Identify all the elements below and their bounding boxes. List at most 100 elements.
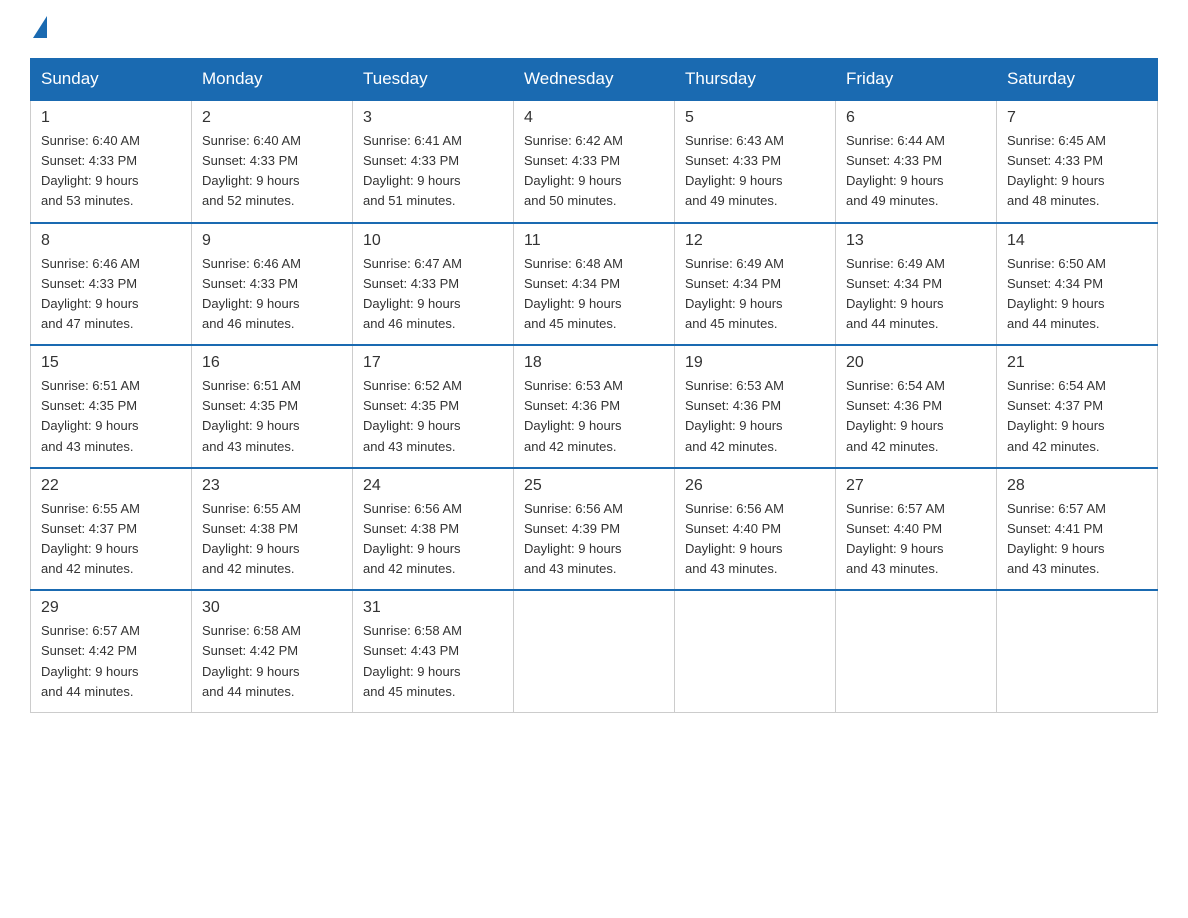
day-info: Sunrise: 6:57 AMSunset: 4:41 PMDaylight:… (1007, 499, 1147, 580)
calendar-header: SundayMondayTuesdayWednesdayThursdayFrid… (31, 59, 1158, 101)
day-number: 5 (685, 109, 825, 127)
day-number: 7 (1007, 109, 1147, 127)
day-info: Sunrise: 6:55 AMSunset: 4:37 PMDaylight:… (41, 499, 181, 580)
day-info: Sunrise: 6:40 AMSunset: 4:33 PMDaylight:… (41, 131, 181, 212)
calendar-week-row: 29 Sunrise: 6:57 AMSunset: 4:42 PMDayligh… (31, 590, 1158, 712)
calendar-cell: 9 Sunrise: 6:46 AMSunset: 4:33 PMDaylight… (192, 223, 353, 346)
calendar-cell: 27Sunrise: 6:57 AMSunset: 4:40 PMDayligh… (836, 468, 997, 591)
day-number: 17 (363, 354, 503, 372)
day-number: 18 (524, 354, 664, 372)
logo-triangle-icon (33, 16, 47, 38)
day-number: 28 (1007, 477, 1147, 495)
day-info: Sunrise: 6:58 AMSunset: 4:43 PMDaylight:… (363, 621, 503, 702)
calendar-cell: 7 Sunrise: 6:45 AMSunset: 4:33 PMDaylight… (997, 100, 1158, 223)
day-number: 3 (363, 109, 503, 127)
calendar-cell: 4 Sunrise: 6:42 AMSunset: 4:33 PMDaylight… (514, 100, 675, 223)
calendar-cell: 29 Sunrise: 6:57 AMSunset: 4:42 PMDayligh… (31, 590, 192, 712)
day-number: 8 (41, 232, 181, 250)
calendar-cell: 3 Sunrise: 6:41 AMSunset: 4:33 PMDaylight… (353, 100, 514, 223)
day-number: 6 (846, 109, 986, 127)
calendar-week-row: 1 Sunrise: 6:40 AMSunset: 4:33 PMDaylight… (31, 100, 1158, 223)
calendar-cell: 10 Sunrise: 6:47 AMSunset: 4:33 PMDayligh… (353, 223, 514, 346)
calendar-cell: 6Sunrise: 6:44 AMSunset: 4:33 PMDaylight… (836, 100, 997, 223)
day-number: 26 (685, 477, 825, 495)
calendar-cell: 23 Sunrise: 6:55 AMSunset: 4:38 PMDayligh… (192, 468, 353, 591)
day-info: Sunrise: 6:49 AMSunset: 4:34 PMDaylight:… (685, 254, 825, 335)
day-number: 15 (41, 354, 181, 372)
day-number: 13 (846, 232, 986, 250)
day-info: Sunrise: 6:57 AMSunset: 4:42 PMDaylight:… (41, 621, 181, 702)
day-info: Sunrise: 6:55 AMSunset: 4:38 PMDaylight:… (202, 499, 342, 580)
day-number: 23 (202, 477, 342, 495)
day-info: Sunrise: 6:54 AMSunset: 4:37 PMDaylight:… (1007, 376, 1147, 457)
weekday-header-wednesday: Wednesday (514, 59, 675, 101)
day-number: 29 (41, 599, 181, 617)
day-info: Sunrise: 6:45 AMSunset: 4:33 PMDaylight:… (1007, 131, 1147, 212)
weekday-header-thursday: Thursday (675, 59, 836, 101)
day-info: Sunrise: 6:56 AMSunset: 4:39 PMDaylight:… (524, 499, 664, 580)
day-info: Sunrise: 6:53 AMSunset: 4:36 PMDaylight:… (524, 376, 664, 457)
calendar-week-row: 8 Sunrise: 6:46 AMSunset: 4:33 PMDaylight… (31, 223, 1158, 346)
weekday-header-row: SundayMondayTuesdayWednesdayThursdayFrid… (31, 59, 1158, 101)
day-number: 9 (202, 232, 342, 250)
day-number: 10 (363, 232, 503, 250)
calendar-cell: 1 Sunrise: 6:40 AMSunset: 4:33 PMDaylight… (31, 100, 192, 223)
day-info: Sunrise: 6:50 AMSunset: 4:34 PMDaylight:… (1007, 254, 1147, 335)
weekday-header-friday: Friday (836, 59, 997, 101)
calendar-cell: 24Sunrise: 6:56 AMSunset: 4:38 PMDayligh… (353, 468, 514, 591)
day-info: Sunrise: 6:42 AMSunset: 4:33 PMDaylight:… (524, 131, 664, 212)
day-number: 24 (363, 477, 503, 495)
logo (30, 20, 47, 38)
calendar-cell: 5 Sunrise: 6:43 AMSunset: 4:33 PMDaylight… (675, 100, 836, 223)
calendar-cell: 16 Sunrise: 6:51 AMSunset: 4:35 PMDayligh… (192, 345, 353, 468)
day-info: Sunrise: 6:58 AMSunset: 4:42 PMDaylight:… (202, 621, 342, 702)
calendar-cell: 21Sunrise: 6:54 AMSunset: 4:37 PMDayligh… (997, 345, 1158, 468)
calendar-cell: 17 Sunrise: 6:52 AMSunset: 4:35 PMDayligh… (353, 345, 514, 468)
calendar-cell (836, 590, 997, 712)
day-info: Sunrise: 6:52 AMSunset: 4:35 PMDaylight:… (363, 376, 503, 457)
calendar-cell: 11Sunrise: 6:48 AMSunset: 4:34 PMDayligh… (514, 223, 675, 346)
day-number: 2 (202, 109, 342, 127)
calendar-cell: 15Sunrise: 6:51 AMSunset: 4:35 PMDayligh… (31, 345, 192, 468)
calendar-cell: 19 Sunrise: 6:53 AMSunset: 4:36 PMDayligh… (675, 345, 836, 468)
day-info: Sunrise: 6:54 AMSunset: 4:36 PMDaylight:… (846, 376, 986, 457)
weekday-header-monday: Monday (192, 59, 353, 101)
day-number: 25 (524, 477, 664, 495)
day-info: Sunrise: 6:46 AMSunset: 4:33 PMDaylight:… (41, 254, 181, 335)
day-info: Sunrise: 6:57 AMSunset: 4:40 PMDaylight:… (846, 499, 986, 580)
calendar-cell (514, 590, 675, 712)
calendar-body: 1 Sunrise: 6:40 AMSunset: 4:33 PMDaylight… (31, 100, 1158, 712)
calendar-cell: 8 Sunrise: 6:46 AMSunset: 4:33 PMDaylight… (31, 223, 192, 346)
weekday-header-tuesday: Tuesday (353, 59, 514, 101)
day-info: Sunrise: 6:49 AMSunset: 4:34 PMDaylight:… (846, 254, 986, 335)
day-number: 30 (202, 599, 342, 617)
calendar-cell: 13 Sunrise: 6:49 AMSunset: 4:34 PMDayligh… (836, 223, 997, 346)
day-number: 4 (524, 109, 664, 127)
day-info: Sunrise: 6:48 AMSunset: 4:34 PMDaylight:… (524, 254, 664, 335)
day-info: Sunrise: 6:47 AMSunset: 4:33 PMDaylight:… (363, 254, 503, 335)
day-number: 1 (41, 109, 181, 127)
calendar-cell: 30 Sunrise: 6:58 AMSunset: 4:42 PMDayligh… (192, 590, 353, 712)
day-info: Sunrise: 6:41 AMSunset: 4:33 PMDaylight:… (363, 131, 503, 212)
day-info: Sunrise: 6:40 AMSunset: 4:33 PMDaylight:… (202, 131, 342, 212)
calendar-cell: 28 Sunrise: 6:57 AMSunset: 4:41 PMDayligh… (997, 468, 1158, 591)
day-info: Sunrise: 6:46 AMSunset: 4:33 PMDaylight:… (202, 254, 342, 335)
page-header (30, 20, 1158, 38)
day-info: Sunrise: 6:56 AMSunset: 4:40 PMDaylight:… (685, 499, 825, 580)
day-number: 16 (202, 354, 342, 372)
calendar-cell (997, 590, 1158, 712)
weekday-header-sunday: Sunday (31, 59, 192, 101)
weekday-header-saturday: Saturday (997, 59, 1158, 101)
calendar-cell: 12Sunrise: 6:49 AMSunset: 4:34 PMDayligh… (675, 223, 836, 346)
day-number: 20 (846, 354, 986, 372)
day-info: Sunrise: 6:53 AMSunset: 4:36 PMDaylight:… (685, 376, 825, 457)
calendar-table: SundayMondayTuesdayWednesdayThursdayFrid… (30, 58, 1158, 713)
calendar-cell (675, 590, 836, 712)
calendar-cell: 26 Sunrise: 6:56 AMSunset: 4:40 PMDayligh… (675, 468, 836, 591)
calendar-cell: 31Sunrise: 6:58 AMSunset: 4:43 PMDayligh… (353, 590, 514, 712)
day-number: 19 (685, 354, 825, 372)
day-info: Sunrise: 6:43 AMSunset: 4:33 PMDaylight:… (685, 131, 825, 212)
calendar-cell: 22Sunrise: 6:55 AMSunset: 4:37 PMDayligh… (31, 468, 192, 591)
calendar-week-row: 22Sunrise: 6:55 AMSunset: 4:37 PMDayligh… (31, 468, 1158, 591)
day-info: Sunrise: 6:51 AMSunset: 4:35 PMDaylight:… (202, 376, 342, 457)
